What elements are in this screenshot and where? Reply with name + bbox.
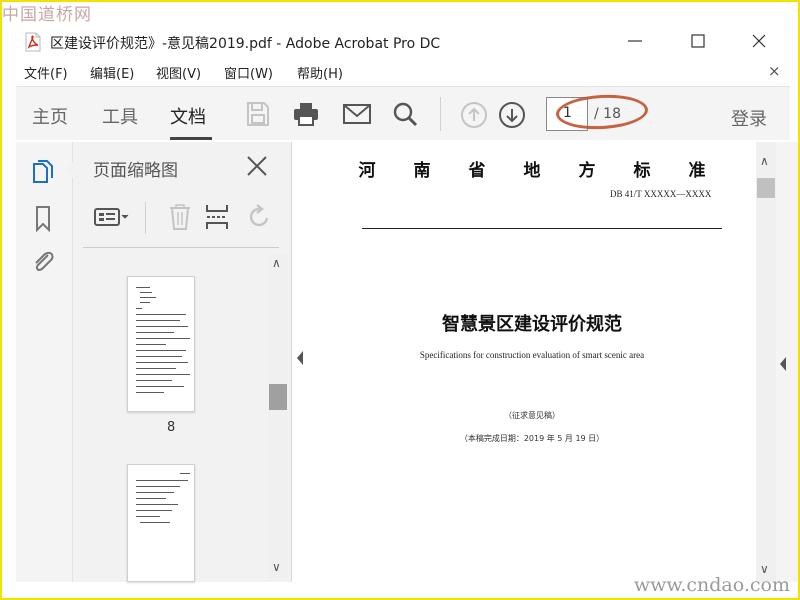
scroll-up-icon[interactable]: ∧ bbox=[272, 256, 281, 270]
close-document-button[interactable]: × bbox=[768, 62, 781, 80]
print-icon[interactable] bbox=[292, 101, 320, 127]
toolbar-separator bbox=[440, 97, 441, 131]
scroll-up-icon[interactable]: ∧ bbox=[760, 154, 769, 168]
save-icon[interactable] bbox=[244, 101, 272, 127]
document-completion-date: （本稿完成日期：2019 年 5 月 19 日） bbox=[459, 434, 605, 443]
document-page: 河南省地方标准 DB 41/T XXXXX—XXXX 智慧景区建设评价规范 Sp… bbox=[308, 142, 756, 582]
page-down-icon[interactable] bbox=[498, 101, 526, 128]
page-thumbnails-icon[interactable] bbox=[28, 158, 58, 188]
menu-help[interactable]: 帮助(H) bbox=[297, 63, 343, 82]
search-icon[interactable] bbox=[392, 101, 420, 127]
close-window-button[interactable] bbox=[748, 30, 770, 52]
active-tab-indicator bbox=[170, 137, 212, 140]
thumbnail-tools bbox=[93, 202, 279, 242]
attachment-icon[interactable] bbox=[28, 246, 58, 276]
thumbnail-options-icon[interactable] bbox=[93, 202, 133, 232]
panel-tools-separator bbox=[145, 202, 146, 234]
title-bar: 区建设评价规范》-意见稿2019.pdf - Adobe Acrobat Pro… bbox=[2, 24, 798, 60]
scrollbar-thumb[interactable] bbox=[269, 384, 287, 410]
scrollbar-thumb[interactable] bbox=[757, 178, 775, 198]
insert-page-icon[interactable] bbox=[203, 202, 233, 232]
menu-bar: 文件(F) 编辑(E) 视图(V) 窗口(W) 帮助(H) × bbox=[2, 60, 798, 84]
tab-tools[interactable]: 工具 bbox=[102, 103, 138, 129]
right-pane-rail bbox=[776, 142, 798, 582]
maximize-button[interactable] bbox=[687, 30, 709, 52]
document-standard-header: 河南省地方标准 bbox=[358, 161, 744, 181]
collapse-left-panel-icon[interactable] bbox=[296, 350, 304, 366]
delete-page-icon[interactable] bbox=[165, 202, 195, 232]
document-title: 智慧景区建设评价规范 bbox=[442, 314, 622, 335]
page-thumbnail-label: 8 bbox=[167, 420, 176, 435]
email-icon[interactable] bbox=[342, 101, 371, 127]
watermark-logo-text: 中国道桥网 bbox=[2, 5, 92, 25]
watermark-url-text: www.cndao.com bbox=[633, 574, 790, 596]
menu-window[interactable]: 窗口(W) bbox=[224, 63, 273, 82]
menu-file[interactable]: 文件(F) bbox=[24, 63, 68, 82]
login-button[interactable]: 登录 bbox=[731, 105, 767, 131]
document-rule bbox=[362, 228, 722, 229]
toolbar: 主页 工具 文档 1 / 18 登录 bbox=[16, 86, 790, 140]
thumbnail-scrollbar[interactable]: ∧ ∨ bbox=[268, 254, 288, 579]
page-thumbnail-current[interactable] bbox=[127, 276, 195, 412]
window-title: 区建设评价规范》-意见稿2019.pdf - Adobe Acrobat Pro… bbox=[50, 36, 441, 52]
document-scrollbar[interactable]: ∧ ∨ bbox=[756, 142, 776, 582]
page-thumbnail-next[interactable] bbox=[127, 464, 195, 582]
document-code: DB 41/T XXXXX—XXXX bbox=[610, 189, 712, 199]
close-panel-icon[interactable] bbox=[245, 154, 269, 178]
document-subtitle: Specifications for construction evaluati… bbox=[419, 350, 645, 360]
rotate-page-icon[interactable] bbox=[245, 202, 275, 232]
panel-title: 页面缩略图 bbox=[93, 161, 178, 181]
menu-edit[interactable]: 编辑(E) bbox=[90, 63, 134, 82]
document-draft-note: （征求意见稿） bbox=[504, 411, 560, 420]
expand-right-pane-icon[interactable] bbox=[779, 356, 787, 376]
tab-document[interactable]: 文档 bbox=[170, 103, 206, 129]
app-window: 区建设评价规范》-意见稿2019.pdf - Adobe Acrobat Pro… bbox=[2, 2, 798, 598]
navigation-rail bbox=[16, 142, 72, 582]
tab-home[interactable]: 主页 bbox=[32, 103, 68, 129]
page-up-icon[interactable] bbox=[460, 101, 488, 128]
acrobat-pdf-icon bbox=[24, 32, 42, 56]
bookmark-icon[interactable] bbox=[28, 204, 58, 234]
minimize-button[interactable] bbox=[624, 30, 646, 52]
scroll-down-icon[interactable]: ∨ bbox=[272, 560, 281, 574]
menu-view[interactable]: 视图(V) bbox=[156, 63, 201, 82]
page-thumbnails-panel: 页面缩略图 8 ∧ ∨ bbox=[65, 142, 292, 582]
